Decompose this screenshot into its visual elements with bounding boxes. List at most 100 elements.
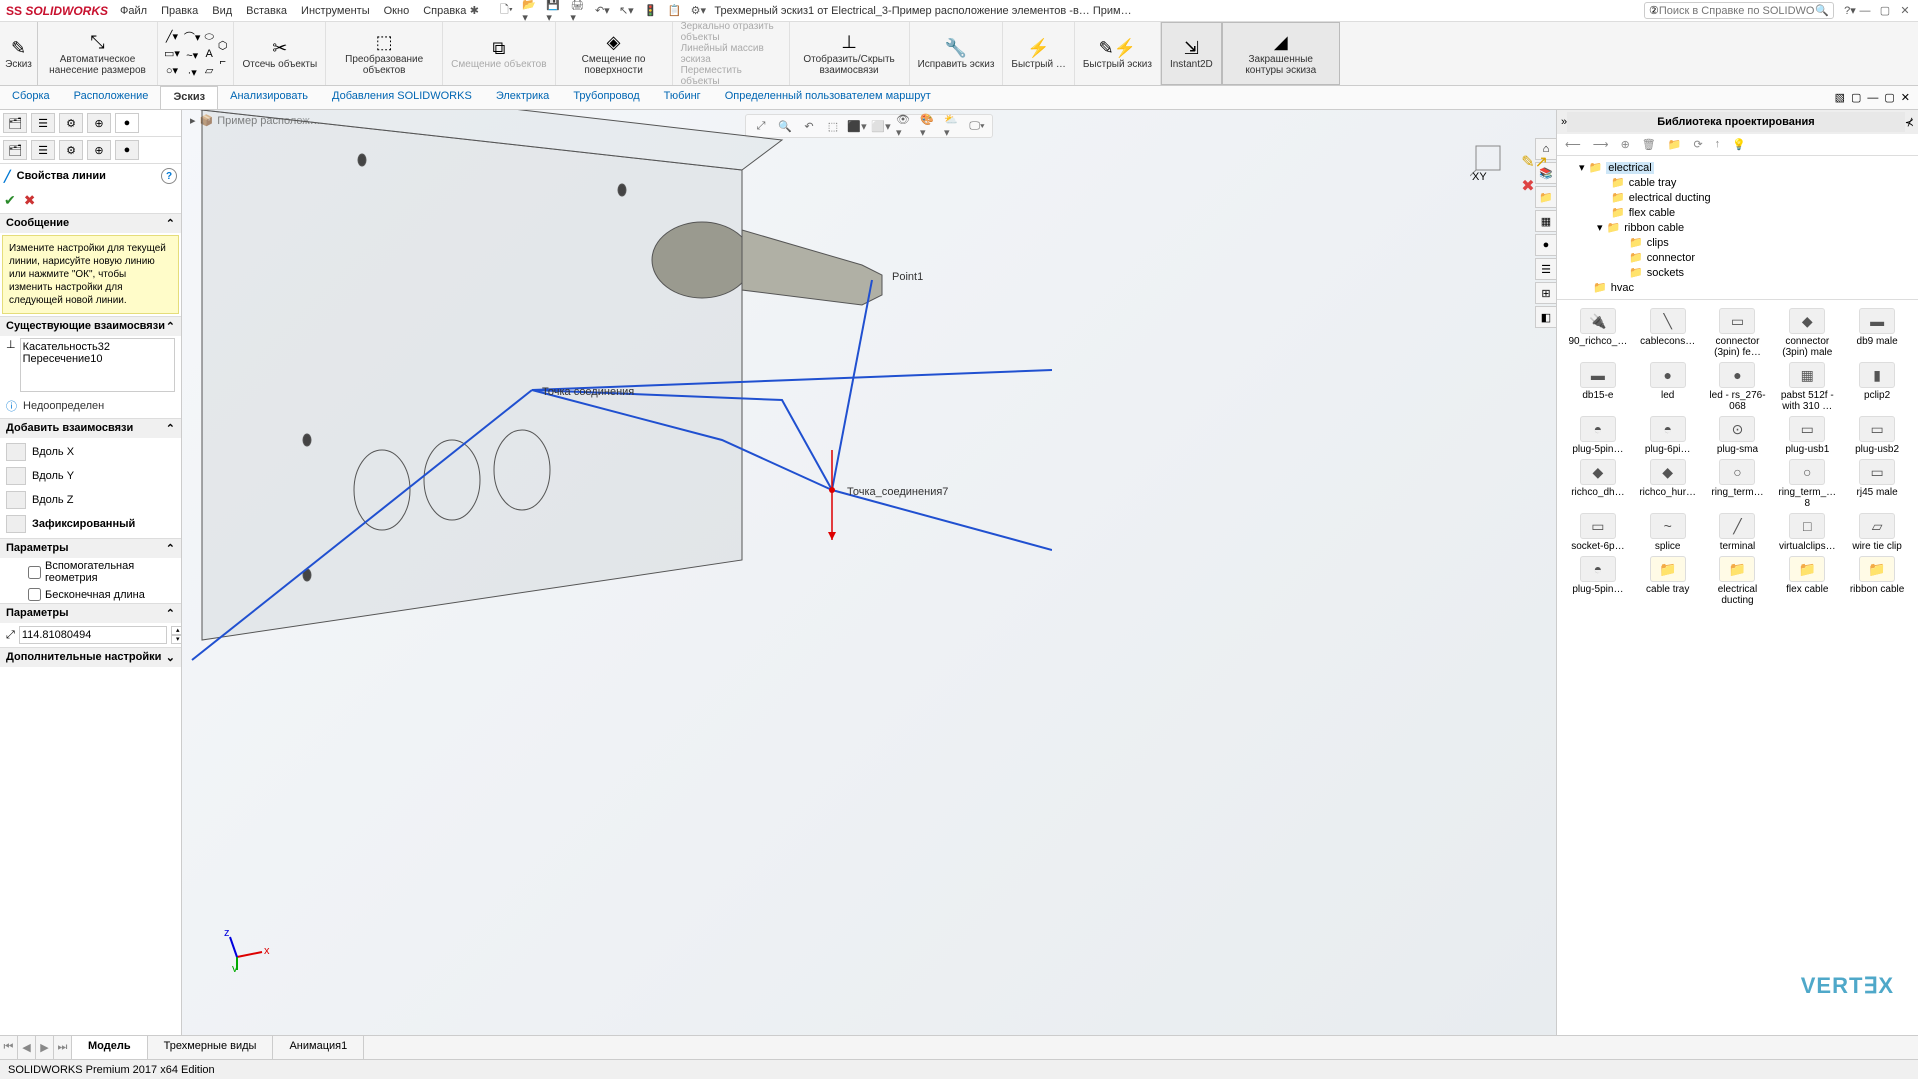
fixed-button[interactable]: Зафиксированный [6,512,175,536]
command-tab-8[interactable]: Определенный пользователем маршрут [713,86,943,109]
command-tab-7[interactable]: Тюбинг [652,86,713,109]
command-tab-4[interactable]: Добавления SOLIDWORKS [320,86,484,109]
undo-icon[interactable]: ↶▾ [594,3,610,19]
lib-pin-icon[interactable]: ⊀ [1905,116,1914,129]
more-section[interactable]: Дополнительные настройки⌄ [0,647,181,667]
command-tab-6[interactable]: Трубопровод [561,86,651,109]
offset-surface-button[interactable]: ◈ Смещение по поверхности [556,22,673,85]
lib-grid[interactable]: 🔌90_richco_…╲cablecons…▭connector (3pin)… [1557,300,1918,1035]
doc-min-icon[interactable]: — [1867,92,1878,104]
tab-prev-icon[interactable]: ◀ [18,1036,36,1059]
help-icon[interactable]: ? [161,168,177,184]
view-tab-icon[interactable]: ▦ [1535,210,1557,232]
rect-tool-icon[interactable]: ▭▾ [164,47,180,60]
nav-back-icon[interactable]: ⟵ [1565,138,1581,151]
lib-item[interactable]: ⊙plug-sma [1705,416,1771,455]
rapid-sketch-button[interactable]: ✎⚡ Быстрый эскиз [1075,22,1161,85]
nav-newfolder-icon[interactable]: 📁 [1668,138,1682,151]
doc-tile-icon[interactable]: ▧ [1835,91,1845,104]
print-icon[interactable]: 🖨▾ [570,3,586,19]
relation-item[interactable]: Пересечение10 [23,353,172,365]
length-input[interactable] [19,626,167,644]
fm-tab-config-icon[interactable]: ⚙ [59,113,83,133]
lib-item[interactable]: ◆connector (3pin) male [1774,308,1840,358]
tab-next-icon[interactable]: ▶ [36,1036,54,1059]
restore-icon[interactable]: ▢ [1878,4,1892,18]
menu-file[interactable]: Файл [120,5,147,17]
help-dropdown-icon[interactable]: ?▾ [1842,3,1858,19]
menu-window[interactable]: Окно [384,5,410,17]
fm-tab-display-icon[interactable]: ● [115,113,139,133]
slot-tool-icon[interactable]: ⬭ [204,31,213,44]
arc-tool-icon[interactable]: ⌒▾ [184,29,201,45]
extra-tab-icon[interactable]: ◧ [1535,306,1557,328]
lib-item[interactable]: ◓plug-6pi… [1635,416,1701,455]
minimize-icon[interactable]: — [1858,4,1872,18]
relations-button[interactable]: ⊥ Отобразить/Скрыть взаимосвязи [790,22,910,85]
lib-item[interactable]: 📁electrical ducting [1705,556,1771,606]
lib-item[interactable]: ◆richco_hur… [1635,459,1701,509]
lib-item[interactable]: ▭plug-usb2 [1844,416,1910,455]
shaded-contours-button[interactable]: ◢ Закрашенные контуры эскиза [1222,22,1340,85]
command-tab-2[interactable]: Эскиз [160,86,218,109]
new-icon[interactable]: 🗋▾ [498,3,514,19]
command-tab-3[interactable]: Анализировать [218,86,320,109]
command-tab-0[interactable]: Сборка [0,86,62,109]
plane-tool-icon[interactable]: ▱ [204,64,213,77]
along-x-button[interactable]: Вдоль X [6,440,175,464]
aux-geom-input[interactable] [28,566,41,579]
lib-item[interactable]: ◓plug-5pin… [1565,556,1631,606]
lib-item[interactable]: □virtualclips… [1774,513,1840,552]
add-relations-section[interactable]: Добавить взаимосвязи⌃ [0,418,181,438]
nav-config-icon[interactable]: 💡 [1732,138,1746,151]
along-y-button[interactable]: Вдоль Y [6,464,175,488]
lib-item[interactable]: ╱terminal [1705,513,1771,552]
settings-icon[interactable]: ⚙▾ [690,3,706,19]
lib-item[interactable]: 🔌90_richco_… [1565,308,1631,358]
menu-help[interactable]: Справка [423,5,466,17]
lib-item[interactable]: ●led - rs_276-068 [1705,362,1771,412]
menu-tools[interactable]: Инструменты [301,5,370,17]
tree-item[interactable]: ▾📁electrical [1561,160,1914,175]
lib-tree[interactable]: ▾📁electrical📁cable tray📁electrical ducti… [1557,156,1918,300]
tree-item[interactable]: ▾📁ribbon cable [1561,220,1914,235]
lib-item[interactable]: ○ring_term… [1705,459,1771,509]
tab-last-icon[interactable]: ⏭ [54,1036,72,1059]
3d-viewport[interactable]: ▸ 📦 Пример располож… ⤢ 🔍 ↶ ⬚ ⬛▾ ⬜▾ 👁▾ 🎨▾… [182,110,1556,1035]
fm-tab-prop-icon[interactable]: ☰ [31,113,55,133]
lib-item[interactable]: ▭plug-usb1 [1774,416,1840,455]
convert-button[interactable]: ⬚ Преобразование объектов [326,22,443,85]
doc-max-icon[interactable]: ▢ [1884,91,1894,104]
nav-up-icon[interactable]: ↑ [1715,138,1721,151]
menu-view[interactable]: Вид [212,5,232,17]
instant2d-button[interactable]: ⇲ Instant2D [1161,22,1222,85]
tree-toggle-icon[interactable]: ▾ [1579,161,1585,174]
custom-tab-icon[interactable]: ☰ [1535,258,1557,280]
ok-icon[interactable]: ✔ [4,192,16,209]
fm2-1-icon[interactable]: 🗂 [3,140,27,160]
length-spinner[interactable]: ▴▾ [171,626,182,644]
fm2-4-icon[interactable]: ⊕ [87,140,111,160]
existing-relations-section[interactable]: Существующие взаимосвязи⌃ [0,316,181,336]
lib-item[interactable]: ○ring_term_… 8 [1774,459,1840,509]
tree-item[interactable]: 📁flex cable [1561,205,1914,220]
infinite-input[interactable] [28,588,41,601]
spin-up-icon[interactable]: ▴ [171,626,182,635]
tree-item[interactable]: 📁connector [1561,250,1914,265]
forum-tab-icon[interactable]: ⊞ [1535,282,1557,304]
help-search[interactable]: ② 🔍 [1644,2,1834,19]
orientation-cube[interactable]: XY [1470,140,1510,183]
lib-item[interactable]: ◆richco_dh… [1565,459,1631,509]
params2-section[interactable]: Параметры⌃ [0,603,181,623]
spin-down-icon[interactable]: ▾ [171,635,182,644]
close-icon[interactable]: ✕ [1898,4,1912,18]
params-section[interactable]: Параметры⌃ [0,538,181,558]
command-tab-5[interactable]: Электрика [484,86,562,109]
sketch-button[interactable]: ✎ Эскиз [0,22,38,85]
search-go-icon[interactable]: 🔍 [1815,4,1829,17]
lib-collapse-bar[interactable]: » Библиотека проектирования ⊀ [1557,110,1918,134]
rebuild-icon[interactable]: 🚦 [642,3,658,19]
model-tab[interactable]: Модель [72,1036,148,1059]
open-icon[interactable]: 📂▾ [522,3,538,19]
animation-tab[interactable]: Анимация1 [273,1036,364,1059]
